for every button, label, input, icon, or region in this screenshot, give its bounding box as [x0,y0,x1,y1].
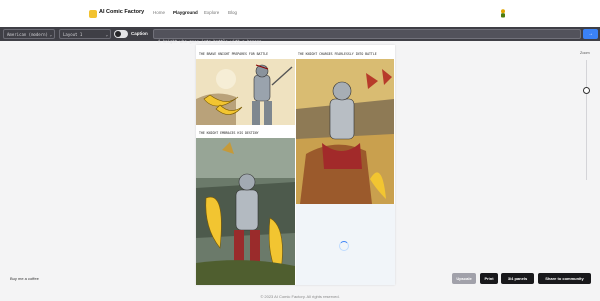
logo-icon[interactable] [89,10,97,18]
arrow-right-icon: → [588,31,593,37]
panel-image [296,59,394,204]
user-avatar-icon[interactable] [500,9,506,18]
send-button[interactable]: → [583,29,598,39]
nav-link-blog[interactable]: Blog [228,10,237,15]
toolbar: American (modern) ⌄ Layout 1 ⌄ Caption → [0,27,600,46]
comic-panel-2[interactable]: THE KNIGHT CHARGES FEARLESSLY INTO BATTL… [295,45,395,204]
zoom-slider[interactable] [586,60,587,180]
upscale-button[interactable]: Upscale [452,273,476,284]
chevron-down-icon: ⌄ [49,32,52,37]
brand-title[interactable]: AI Comic Factory [99,9,144,15]
style-select[interactable]: American (modern) ⌄ [3,29,55,39]
footer: © 2023 AI Comic Factory. All rights rese… [0,287,600,301]
nav-link-home[interactable]: Home [153,10,165,15]
toggle-knob [115,31,121,37]
buy-coffee-link[interactable]: Buy me a coffee [10,276,39,281]
layout-select-value: Layout 1 [63,32,83,37]
panels-counter-button[interactable]: 3/4 panels [501,273,534,284]
print-button[interactable]: Print [480,273,498,284]
caption-label: Caption [131,31,148,36]
layout-select[interactable]: Layout 1 ⌄ [59,29,111,39]
panel-image [196,138,295,285]
panel-caption: THE KNIGHT CHARGES FEARLESSLY INTO BATTL… [298,52,377,56]
nav-link-playground[interactable]: Playground [173,10,198,15]
panel-image [196,59,295,125]
loading-spinner-icon [339,241,349,251]
top-nav: AI Comic Factory Home Playground Explore… [0,0,600,27]
comic-panel-3[interactable]: THE KNIGHT EMBRACES HIS DESTINY [196,129,295,285]
footer-copyright: © 2023 AI Comic Factory. All rights rese… [260,294,340,299]
comic-panel-1[interactable]: THE BRAVE KNIGHT PREPARES FOR BATTLE [196,45,295,129]
caption-toggle[interactable] [114,30,128,38]
prompt-field[interactable] [153,29,581,46]
share-to-community-button[interactable]: Share to community [538,273,591,284]
zoom-label: Zoom [580,51,590,55]
comic-panel-4-loading [296,204,395,285]
panel-caption: THE BRAVE KNIGHT PREPARES FOR BATTLE [199,52,269,56]
nav-link-explore[interactable]: Explore [204,10,219,15]
style-select-value: American (modern) [7,32,48,37]
zoom-slider-handle[interactable] [583,86,590,94]
comic-page: THE BRAVE KNIGHT PREPARES FOR BATTLE THE… [196,45,395,285]
panel-caption: THE KNIGHT EMBRACES HIS DESTINY [199,131,259,135]
chevron-down-icon: ⌄ [105,32,108,37]
